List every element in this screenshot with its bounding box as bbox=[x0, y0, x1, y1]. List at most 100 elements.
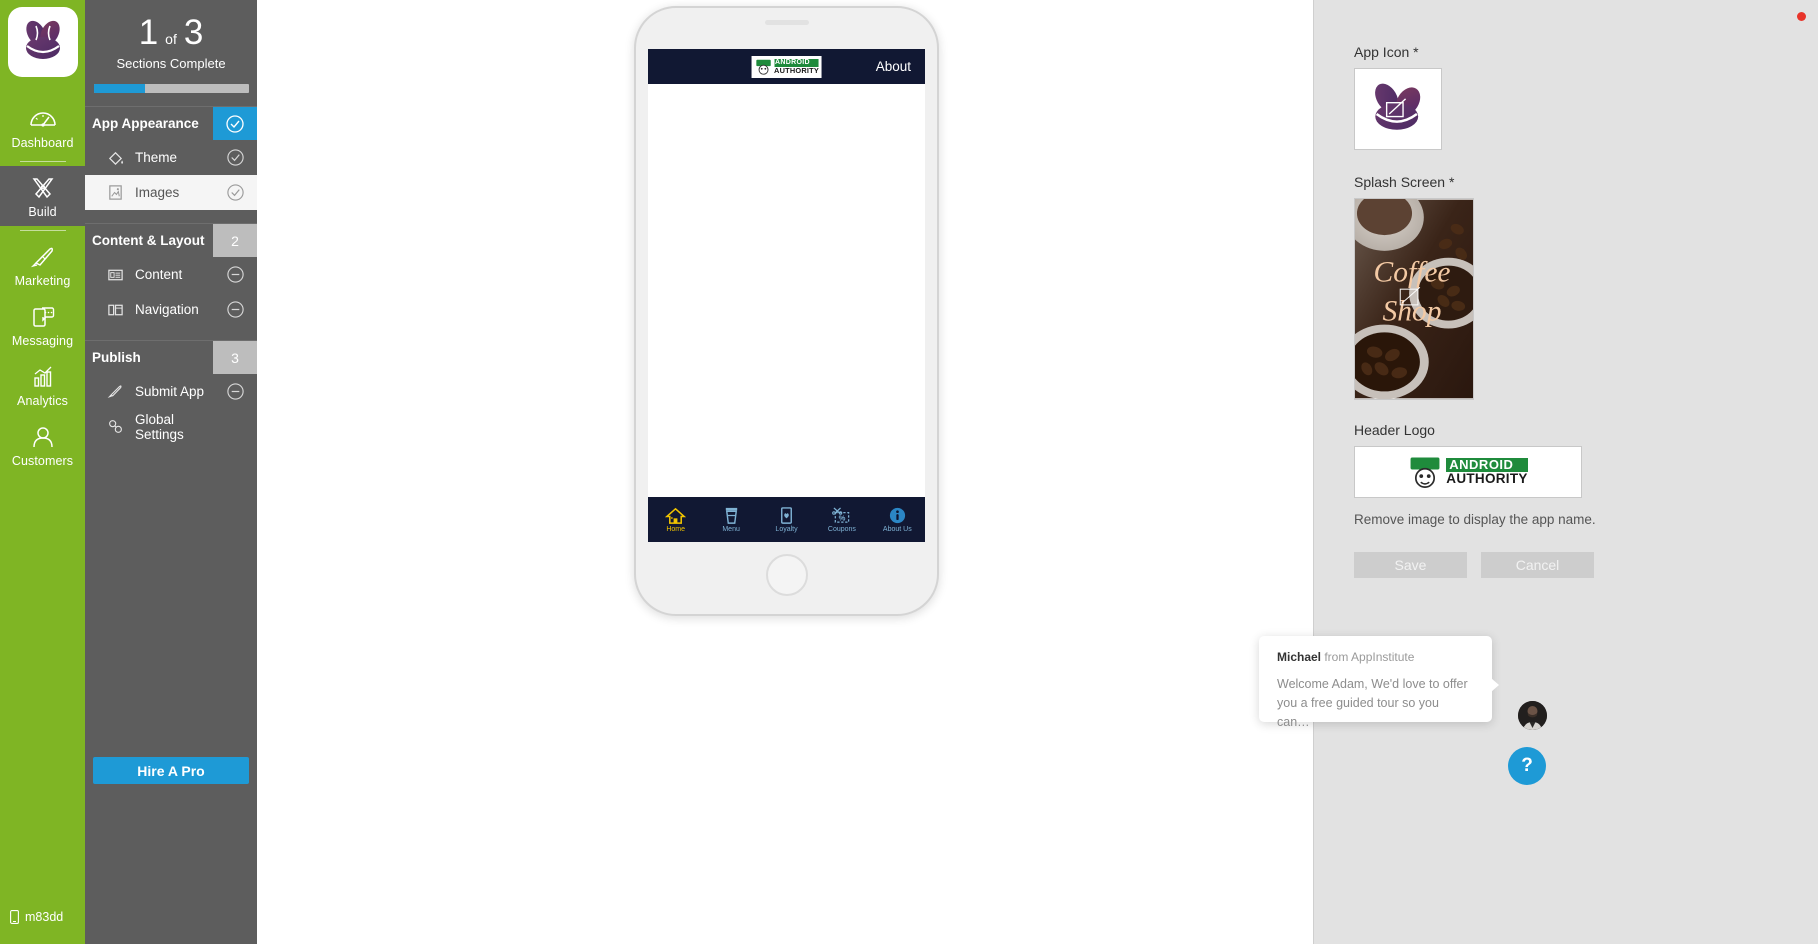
sidebar-item-label: Dashboard bbox=[11, 136, 74, 150]
check-circle-icon bbox=[226, 114, 244, 133]
mobile-phone-icon bbox=[10, 910, 19, 924]
chat-notification-bubble[interactable]: Michael from AppInstitute Welcome Adam, … bbox=[1259, 636, 1499, 729]
header-logo-line2: AUTHORITY bbox=[1446, 471, 1528, 486]
avatar-photo bbox=[1518, 701, 1547, 730]
section-title: App Appearance bbox=[92, 116, 199, 131]
chat-phone-icon bbox=[32, 307, 54, 327]
recording-indicator-dot bbox=[1797, 12, 1806, 21]
sidebar-item-content[interactable]: Content bbox=[85, 257, 257, 292]
progress-summary: 1 of 3 Sections Complete bbox=[85, 0, 257, 93]
splash-screen-thumbnail[interactable]: Coffee Shop bbox=[1354, 198, 1474, 400]
header-logo-hint: Remove image to display the app name. bbox=[1354, 512, 1596, 527]
preview-canvas: ANDROID AUTHORITY About Home Menu Loyalt… bbox=[257, 0, 1313, 944]
nav-item-about-us[interactable]: About Us bbox=[870, 506, 925, 533]
sidebar-item-marketing[interactable]: Marketing bbox=[0, 235, 85, 295]
help-button[interactable]: ? bbox=[1508, 747, 1546, 785]
sidebar-item-label: Theme bbox=[135, 150, 178, 165]
sidebar-item-dashboard[interactable]: Dashboard bbox=[0, 97, 85, 157]
section-status-badge bbox=[213, 107, 257, 140]
sidebar-item-theme[interactable]: Theme bbox=[85, 140, 257, 175]
dashboard-gauge-icon bbox=[29, 112, 56, 127]
chat-sender-name: Michael bbox=[1277, 650, 1322, 664]
form-action-buttons: Save Cancel bbox=[1354, 552, 1778, 578]
app-preview-body bbox=[648, 84, 925, 497]
user-icon bbox=[32, 427, 53, 448]
sidebar-item-navigation[interactable]: Navigation bbox=[85, 292, 257, 327]
rail-divider bbox=[19, 161, 66, 162]
chat-sender-line: Michael from AppInstitute bbox=[1277, 650, 1474, 664]
nav-item-home[interactable]: Home bbox=[648, 506, 703, 533]
sidebar-item-global-settings[interactable]: Global Settings bbox=[85, 409, 257, 444]
header-logo-thumbnail[interactable]: ANDROID AUTHORITY bbox=[1354, 446, 1582, 498]
sidebar-item-label: Marketing bbox=[14, 274, 71, 288]
sections-total-count: 3 bbox=[183, 13, 204, 52]
primary-nav-rail: Dashboard Build Marketing Messaging Anal… bbox=[0, 0, 85, 944]
section-title: Publish bbox=[92, 350, 141, 365]
nav-item-loyalty[interactable]: Loyalty bbox=[759, 506, 814, 533]
sidebar-item-label: Content bbox=[135, 267, 183, 282]
sidebar-item-analytics[interactable]: Analytics bbox=[0, 355, 85, 415]
sidebar-item-label: Messaging bbox=[11, 334, 74, 348]
sidebar-item-label: Build bbox=[28, 205, 57, 219]
nav-item-coupons[interactable]: % Coupons bbox=[814, 506, 869, 533]
section-title: Content & Layout bbox=[92, 233, 205, 248]
header-logo-line2: AUTHORITY bbox=[774, 65, 819, 75]
app-icon-label: App Icon * bbox=[1354, 44, 1419, 60]
bar-chart-icon bbox=[33, 366, 51, 387]
phone-home-button[interactable] bbox=[765, 554, 808, 596]
minus-circle-icon bbox=[226, 301, 244, 318]
phone-screen: ANDROID AUTHORITY About Home Menu Loyalt… bbox=[648, 49, 925, 542]
app-preview-title: About bbox=[875, 59, 911, 74]
coupon-scissors-percent-icon: % bbox=[832, 507, 850, 523]
rail-divider bbox=[19, 230, 66, 231]
app-id-label: m83dd bbox=[25, 910, 64, 924]
rocket-icon bbox=[30, 247, 53, 268]
header-logo-image: ANDROID AUTHORITY bbox=[751, 55, 822, 78]
coffee-beans-logo-icon bbox=[1375, 83, 1421, 130]
app-root: Dashboard Build Marketing Messaging Anal… bbox=[0, 0, 1818, 944]
coffee-cup-icon bbox=[725, 507, 737, 524]
sidebar-item-label: Analytics bbox=[17, 394, 68, 408]
loyalty-card-heart-icon bbox=[781, 507, 792, 524]
save-button[interactable]: Save bbox=[1354, 552, 1467, 578]
item-status-icon bbox=[213, 382, 257, 401]
hire-a-pro-button[interactable]: Hire A Pro bbox=[93, 757, 249, 784]
sidebar-item-images[interactable]: Images bbox=[85, 175, 257, 210]
sidebar-item-messaging[interactable]: Messaging bbox=[0, 295, 85, 355]
section-header-app-appearance[interactable]: App Appearance bbox=[85, 106, 257, 140]
nav-item-label: About Us bbox=[882, 526, 912, 533]
chat-agent-avatar[interactable] bbox=[1518, 701, 1547, 730]
section-header-publish[interactable]: Publish 3 bbox=[85, 340, 257, 374]
sidebar-item-submit-app[interactable]: Submit App bbox=[85, 374, 257, 409]
info-icon bbox=[889, 507, 905, 524]
sections-complete-count: 1 bbox=[138, 13, 159, 52]
sidebar-item-build[interactable]: Build bbox=[0, 166, 85, 226]
section-status-badge: 2 bbox=[213, 224, 257, 257]
progress-numbers: 1 of 3 bbox=[85, 14, 257, 52]
brand-logo[interactable] bbox=[7, 7, 78, 77]
minus-circle-icon bbox=[226, 266, 244, 283]
android-mascot-icon bbox=[755, 59, 771, 75]
paint-bucket-icon bbox=[105, 148, 125, 168]
sidebar-item-label: Global Settings bbox=[135, 411, 184, 442]
section-group-app-appearance: App Appearance Theme Images bbox=[85, 106, 257, 210]
settings-link-icon bbox=[105, 417, 125, 437]
phone-speaker bbox=[764, 20, 809, 25]
item-status-icon bbox=[213, 265, 257, 284]
navigation-layout-icon bbox=[105, 300, 125, 320]
cancel-button[interactable]: Cancel bbox=[1481, 552, 1594, 578]
section-status-badge: 3 bbox=[213, 341, 257, 374]
app-preview-bottom-nav: Home Menu Loyalty % Coupons About Us bbox=[648, 497, 925, 542]
sidebar-item-customers[interactable]: Customers bbox=[0, 415, 85, 475]
progress-caption: Sections Complete bbox=[116, 56, 226, 71]
image-icon bbox=[105, 183, 125, 203]
build-tools-icon bbox=[32, 178, 53, 199]
phone-mockup: ANDROID AUTHORITY About Home Menu Loyalt… bbox=[634, 6, 939, 616]
nav-item-menu[interactable]: Menu bbox=[703, 506, 758, 533]
build-sidebar: 1 of 3 Sections Complete App Appearance bbox=[85, 0, 257, 944]
rail-item-list: Dashboard Build Marketing Messaging Anal… bbox=[0, 97, 85, 475]
section-header-content-layout[interactable]: Content & Layout 2 bbox=[85, 223, 257, 257]
rocket-icon bbox=[105, 382, 125, 402]
app-icon-thumbnail[interactable] bbox=[1354, 68, 1442, 150]
progress-of-word: of bbox=[165, 31, 177, 47]
